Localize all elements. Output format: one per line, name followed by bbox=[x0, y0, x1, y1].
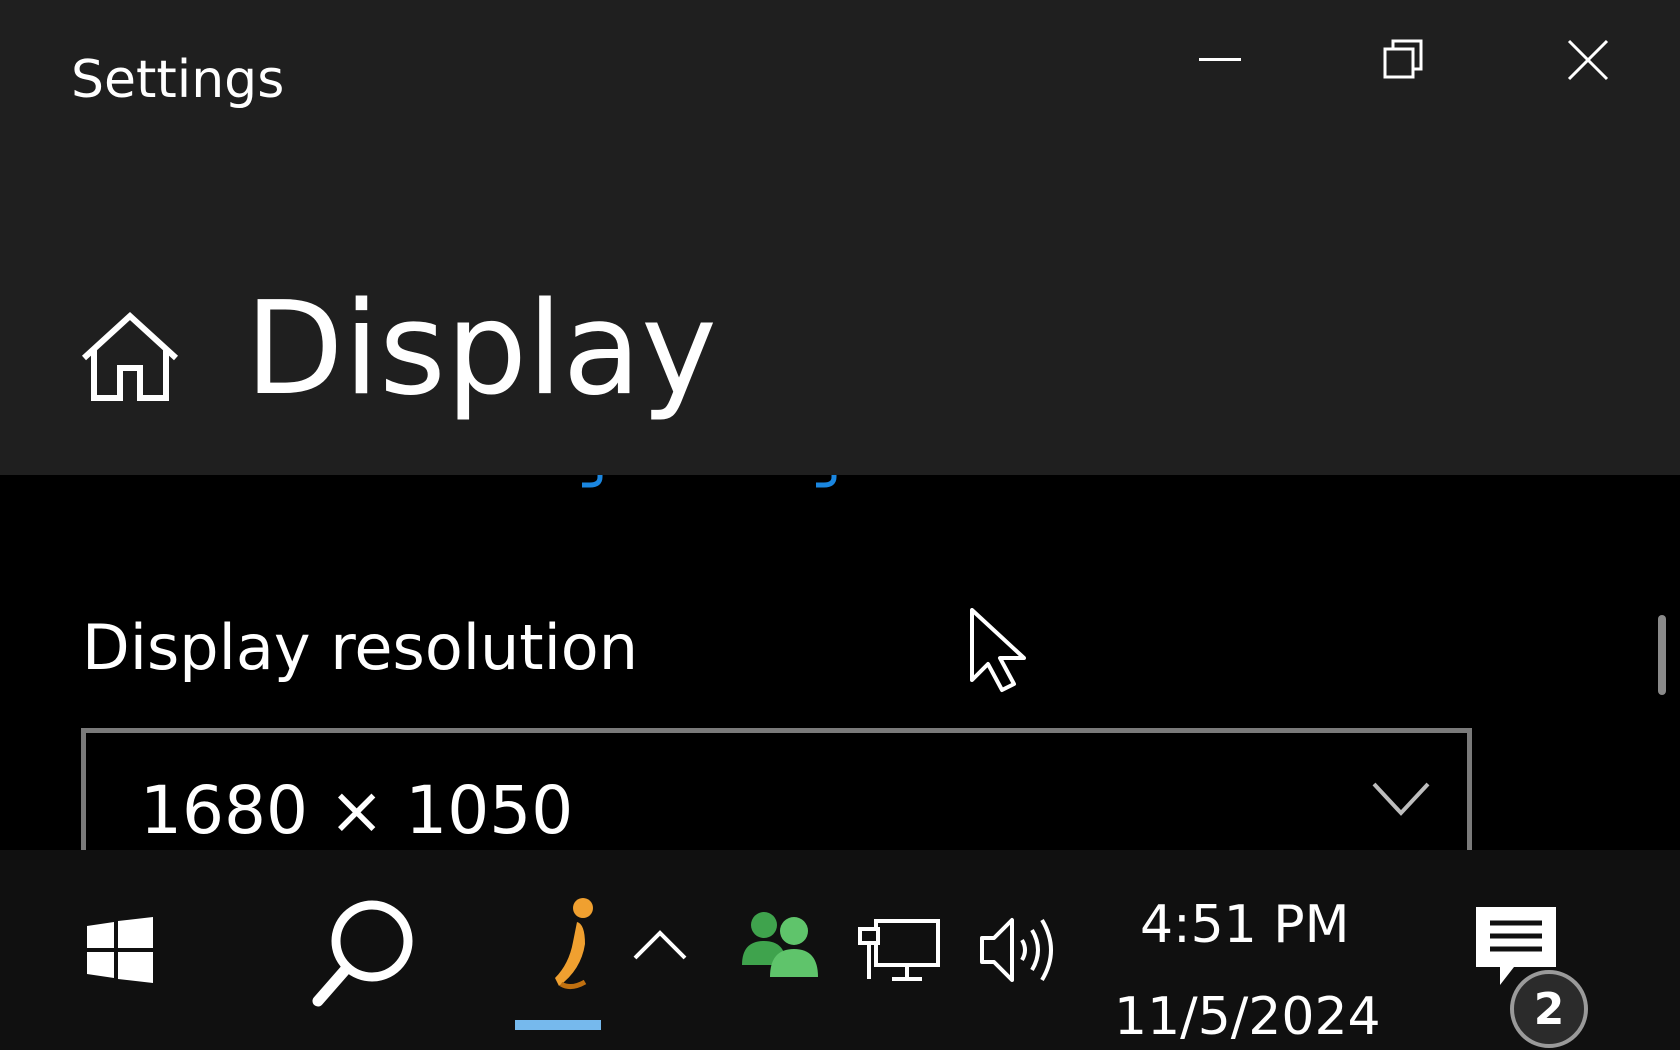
search-icon bbox=[312, 900, 413, 1007]
minimize-button[interactable] bbox=[1150, 20, 1290, 100]
action-center-button[interactable]: 2 bbox=[1460, 895, 1610, 1048]
volume-tray-button[interactable] bbox=[975, 905, 1065, 995]
people-tray-button[interactable] bbox=[735, 900, 825, 990]
scrolled-link-fragment[interactable] bbox=[0, 475, 1680, 497]
start-button[interactable] bbox=[60, 895, 180, 1005]
chevron-down-icon bbox=[1372, 782, 1430, 816]
people-icon bbox=[742, 912, 818, 977]
show-hidden-icons-button[interactable] bbox=[625, 905, 695, 985]
resolution-selected-value: 1680 × 1050 bbox=[140, 772, 574, 849]
pinned-app-button[interactable] bbox=[515, 880, 601, 1030]
restore-icon bbox=[1383, 39, 1423, 79]
restore-button[interactable] bbox=[1334, 20, 1474, 100]
page-title: Display bbox=[245, 275, 717, 424]
close-icon bbox=[1567, 39, 1609, 81]
network-icon bbox=[858, 919, 940, 981]
link-text-fragment bbox=[582, 475, 603, 488]
settings-header: Settings Display bbox=[0, 0, 1680, 475]
network-tray-button[interactable] bbox=[855, 905, 945, 995]
taskbar-clock[interactable]: 4:51 PM 11/5/2024 bbox=[1100, 870, 1400, 1047]
app-icon bbox=[555, 898, 593, 990]
clock-date: 11/5/2024 bbox=[1114, 987, 1381, 1047]
home-button[interactable] bbox=[80, 310, 180, 405]
clock-time: 4:51 PM bbox=[1140, 895, 1350, 955]
home-icon bbox=[81, 311, 179, 401]
windows-logo-icon bbox=[87, 917, 153, 983]
chevron-up-icon bbox=[633, 930, 687, 960]
settings-screen: Settings Display Display resolution 1680… bbox=[0, 0, 1680, 1050]
scrollbar-thumb[interactable] bbox=[1658, 615, 1666, 695]
taskbar: 4:51 PM 11/5/2024 2 bbox=[0, 850, 1680, 1050]
search-button[interactable] bbox=[295, 890, 435, 1015]
window-title: Settings bbox=[71, 50, 285, 110]
link-text-fragment bbox=[816, 475, 837, 488]
active-app-indicator bbox=[515, 1020, 601, 1030]
close-button[interactable] bbox=[1518, 20, 1658, 100]
volume-icon bbox=[980, 918, 1053, 982]
minimize-icon bbox=[1199, 58, 1241, 61]
display-resolution-label: Display resolution bbox=[82, 611, 639, 684]
notification-count-badge: 2 bbox=[1510, 970, 1588, 1048]
mouse-cursor-icon bbox=[970, 608, 1026, 692]
